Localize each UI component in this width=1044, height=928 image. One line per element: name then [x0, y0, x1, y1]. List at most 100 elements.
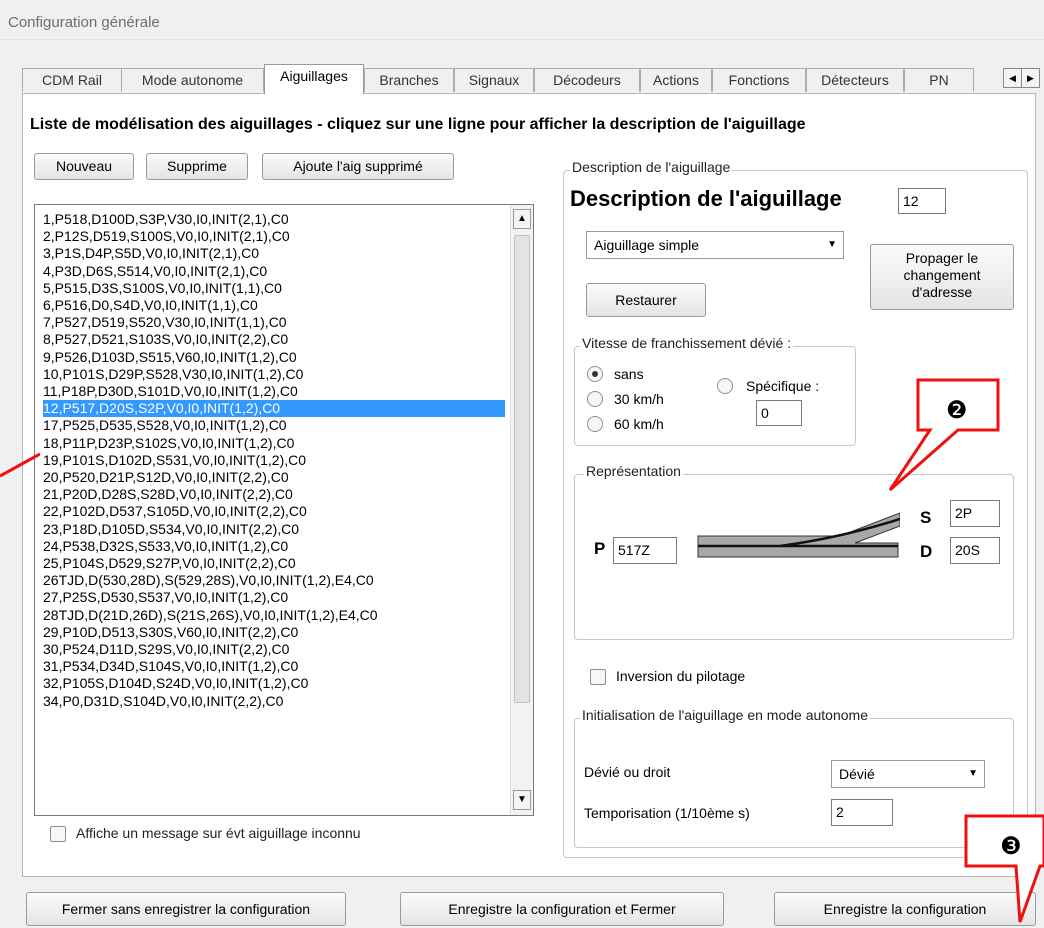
tab-decodeurs[interactable]: Décodeurs	[534, 68, 640, 92]
page-heading: Liste de modélisation des aiguillages - …	[30, 116, 806, 133]
tab-aiguillages[interactable]: Aiguillages	[264, 64, 364, 94]
tab-fonctions[interactable]: Fonctions	[712, 68, 806, 92]
tab-scroll-left-button[interactable]: ◀	[1003, 68, 1022, 88]
tab-pn[interactable]: PN	[904, 68, 974, 92]
list-item[interactable]: 8,P527,D521,S103S,V0,I0,INIT(2,2),C0	[43, 331, 505, 348]
restore-deleted-button[interactable]: Ajoute l'aig supprimé	[262, 153, 454, 180]
p-label: P	[594, 539, 606, 558]
tab-detecteurs[interactable]: Détecteurs	[806, 68, 904, 92]
inversion-checkbox[interactable]	[590, 669, 606, 685]
position-value: Dévié	[839, 766, 875, 782]
list-item[interactable]: 5,P515,D3S,S100S,V0,I0,INIT(1,1),C0	[43, 280, 505, 297]
scroll-down-button[interactable]: ▼	[513, 790, 531, 810]
list-item-selected[interactable]: 12,P517,D20S,S2P,V0,I0,INIT(1,2),C0	[43, 400, 505, 418]
scroll-thumb[interactable]	[514, 235, 530, 703]
specific-speed-field[interactable]: 0	[756, 400, 802, 426]
description-group-title: Description de l'aiguillage	[570, 159, 733, 175]
list-item[interactable]: 1,P518,D100D,S3P,V30,I0,INIT(2,1),C0	[43, 211, 505, 228]
list-item[interactable]: 27,P25S,D530,S537,V0,I0,INIT(1,2),C0	[43, 589, 505, 606]
list-item[interactable]: 3,P1S,D4P,S5D,V0,I0,INIT(2,1),C0	[43, 245, 505, 262]
tab-actions[interactable]: Actions	[640, 68, 712, 92]
propagate-address-button[interactable]: Propager le changement d'adresse	[870, 244, 1014, 310]
window-title: Configuration générale	[8, 14, 160, 31]
chevron-down-icon: ▼	[827, 239, 837, 250]
tab-cdm-rail[interactable]: CDM Rail	[22, 68, 122, 92]
d-address-field[interactable]: 20S	[950, 537, 1000, 564]
scroll-up-button[interactable]: ▲	[513, 209, 531, 229]
speed-label-60: 60 km/h	[614, 416, 664, 432]
close-without-saving-button[interactable]: Fermer sans enregistrer la configuration	[26, 892, 346, 926]
position-select[interactable]: Dévié ▼	[831, 760, 985, 788]
list-item[interactable]: 28TJD,D(21D,26D),S(21S,26S),V0,I0,INIT(1…	[43, 607, 505, 624]
callout-2-badge: ❷	[946, 396, 968, 424]
callout-3-badge: ❸	[1000, 832, 1022, 860]
list-scrollbar[interactable]: ▲ ▼	[510, 205, 533, 815]
inversion-label: Inversion du pilotage	[616, 668, 746, 684]
delete-button[interactable]: Supprime	[146, 153, 248, 180]
speed-label-specific: Spécifique :	[746, 378, 820, 394]
list-item[interactable]: 32,P105S,D104D,S24D,V0,I0,INIT(1,2),C0	[43, 675, 505, 692]
list-item[interactable]: 4,P3D,D6S,S514,V0,I0,INIT(2,1),C0	[43, 263, 505, 280]
list-item[interactable]: 24,P538,D32S,S533,V0,I0,INIT(1,2),C0	[43, 538, 505, 555]
speed-radio-specific[interactable]	[717, 378, 733, 394]
turnout-number-field[interactable]: 12	[898, 188, 946, 214]
list-item[interactable]: 9,P526,D103D,S515,V60,I0,INIT(1,2),C0	[43, 349, 505, 366]
speed-radio-30[interactable]	[587, 391, 603, 407]
arrow-left-icon: ◀	[1009, 73, 1016, 83]
delay-label: Temporisation (1/10ème s)	[584, 805, 750, 821]
list-item[interactable]: 26TJD,D(530,28D),S(529,28S),V0,I0,INIT(1…	[43, 572, 505, 589]
list-item[interactable]: 2,P12S,D519,S100S,V0,I0,INIT(2,1),C0	[43, 228, 505, 245]
list-item[interactable]: 11,P18P,D30D,S101D,V0,I0,INIT(1,2),C0	[43, 383, 505, 400]
propagate-label-line-3: d'adresse	[911, 284, 973, 300]
list-item[interactable]: 19,P101S,D102D,S531,V0,I0,INIT(1,2),C0	[43, 452, 505, 469]
list-item[interactable]: 20,P520,D21P,S12D,V0,I0,INIT(2,2),C0	[43, 469, 505, 486]
representation-group-title: Représentation	[584, 463, 683, 479]
callout-3-shape	[964, 814, 1044, 923]
description-title: Description de l'aiguillage	[570, 186, 842, 211]
tab-scroll-right-button[interactable]: ▶	[1021, 68, 1040, 88]
d-label: D	[920, 542, 933, 561]
list-item[interactable]: 18,P11P,D23P,S102S,V0,I0,INIT(1,2),C0	[43, 435, 505, 452]
list-item[interactable]: 23,P18D,D105D,S534,V0,I0,INIT(2,2),C0	[43, 521, 505, 538]
unknown-event-checkbox[interactable]	[50, 826, 66, 842]
delay-field[interactable]: 2	[831, 799, 893, 826]
list-item[interactable]: 6,P516,D0,S4D,V0,I0,INIT(1,1),C0	[43, 297, 505, 314]
list-item[interactable]: 21,P20D,D28S,S28D,V0,I0,INIT(2,2),C0	[43, 486, 505, 503]
chevron-down-icon: ▼	[968, 768, 978, 779]
turnout-type-select[interactable]: Aiguillage simple ▼	[586, 231, 844, 259]
list-item[interactable]: 22,P102D,D537,S105D,V0,I0,INIT(2,2),C0	[43, 503, 505, 520]
propagate-label-line-1: Propager le	[905, 250, 979, 266]
list-item[interactable]: 10,P101S,D29P,S528,V30,I0,INIT(1,2),C0	[43, 366, 505, 383]
callout-2-shape	[888, 378, 1000, 492]
p-address-field[interactable]: 517Z	[613, 537, 677, 564]
speed-label-30: 30 km/h	[614, 391, 664, 407]
new-button[interactable]: Nouveau	[34, 153, 134, 180]
list-item[interactable]: 31,P534,D34D,S104S,V0,I0,INIT(1,2),C0	[43, 658, 505, 675]
list-item[interactable]: 34,P0,D31D,S104D,V0,I0,INIT(2,2),C0	[43, 693, 505, 710]
tab-mode-autonome[interactable]: Mode autonome	[121, 68, 264, 92]
s-label: S	[920, 508, 932, 527]
turnout-diagram	[697, 512, 900, 558]
unknown-event-label: Affiche un message sur évt aiguillage in…	[76, 825, 361, 841]
list-item[interactable]: 7,P527,D519,S520,V30,I0,INIT(1,1),C0	[43, 314, 505, 331]
list-item[interactable]: 25,P104S,D529,S27P,V0,I0,INIT(2,2),C0	[43, 555, 505, 572]
speed-radio-60[interactable]	[587, 416, 603, 432]
arrow-down-icon: ▼	[517, 794, 527, 805]
restore-button[interactable]: Restaurer	[586, 283, 706, 317]
s-address-field[interactable]: 2P	[950, 500, 1000, 527]
list-item[interactable]: 29,P10D,D513,S30S,V60,I0,INIT(2,2),C0	[43, 624, 505, 641]
list-item[interactable]: 17,P525,D535,S528,V0,I0,INIT(1,2),C0	[43, 417, 505, 434]
tab-signaux[interactable]: Signaux	[454, 68, 534, 92]
turnout-type-value: Aiguillage simple	[594, 237, 700, 253]
init-group-title: Initialisation de l'aiguillage en mode a…	[580, 707, 870, 723]
speed-radio-sans[interactable]	[587, 366, 603, 382]
position-label: Dévié ou droit	[584, 764, 671, 780]
tab-strip: CDM Rail Mode autonome Aiguillages Branc…	[22, 64, 1042, 94]
save-and-close-button[interactable]: Enregistre la configuration et Fermer	[400, 892, 724, 926]
arrow-right-icon: ▶	[1027, 73, 1034, 83]
tab-branches[interactable]: Branches	[364, 68, 454, 92]
propagate-label-line-2: changement	[903, 267, 981, 283]
list-item[interactable]: 30,P524,D11D,S29S,V0,I0,INIT(2,2),C0	[43, 641, 505, 658]
callout-pointer-1	[0, 452, 40, 478]
turnout-listbox[interactable]: 1,P518,D100D,S3P,V30,I0,INIT(2,1),C0 2,P1…	[34, 204, 534, 816]
